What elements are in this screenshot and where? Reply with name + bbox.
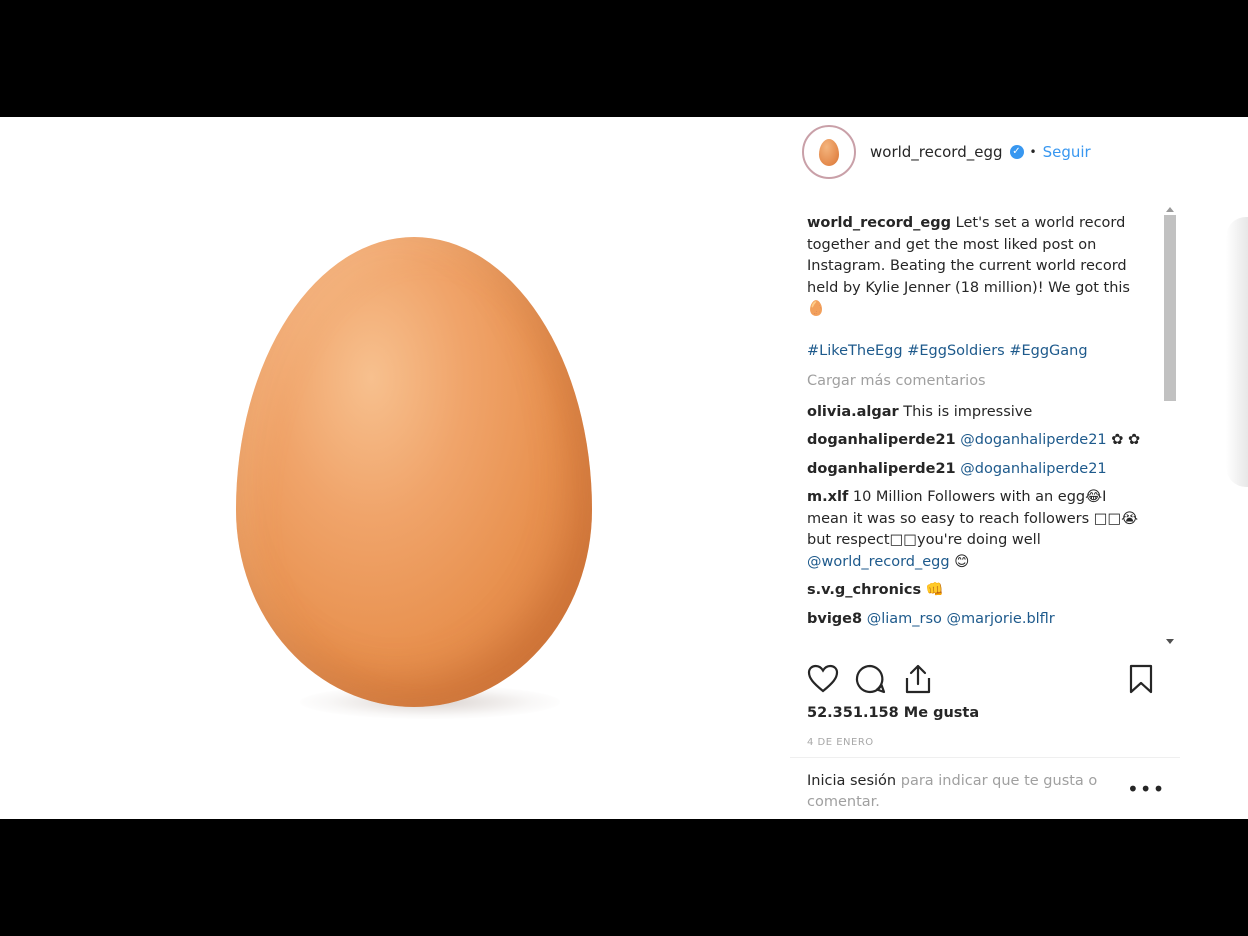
comment-item: m.xlf 10 Million Followers with an egg😂I… xyxy=(807,487,1142,573)
comment-text: 👊 xyxy=(925,582,944,598)
action-bar xyxy=(807,663,1157,697)
comment-text: 10 Million Followers with an egg😂I mean … xyxy=(807,489,1139,548)
comment-mention[interactable]: @world_record_egg xyxy=(807,554,950,570)
comment-mention[interactable]: @doganhaliperde21 xyxy=(960,461,1106,477)
post-header: world_record_egg ✓ • Seguir xyxy=(802,123,1182,181)
egg-image xyxy=(236,237,592,707)
verified-badge-icon: ✓ xyxy=(1009,145,1024,159)
comment-item: olivia.algar This is impressive xyxy=(807,402,1142,424)
comment-mention[interactable]: @liam_rso xyxy=(867,611,942,627)
comment-text: This is impressive xyxy=(903,403,1033,420)
bookmark-icon[interactable] xyxy=(1125,663,1159,697)
avatar[interactable] xyxy=(802,125,856,179)
caption-hashtags: #LikeTheEgg #EggSoldiers #EggGang xyxy=(807,341,1142,363)
comment-text: ✿ ✿ xyxy=(1111,432,1141,448)
header-username[interactable]: world_record_egg xyxy=(870,143,1003,161)
login-link[interactable]: Inicia sesión xyxy=(807,773,896,789)
scroll-thumb[interactable] xyxy=(1164,215,1176,401)
comment-item: s.v.g_chronics 👊 xyxy=(807,580,1142,602)
heart-icon[interactable] xyxy=(807,663,841,697)
share-icon[interactable] xyxy=(902,663,936,697)
caption-username[interactable]: world_record_egg xyxy=(807,215,951,231)
comments-list[interactable]: world_record_egg Let's set a world recor… xyxy=(807,213,1142,653)
post-sidebar: world_record_egg ✓ • Seguir world_record… xyxy=(790,117,1248,819)
caption: world_record_egg Let's set a world recor… xyxy=(807,213,1142,321)
comment-username[interactable]: m.xlf xyxy=(807,489,848,505)
comment-mention[interactable]: @marjorie.blflr xyxy=(947,611,1055,627)
next-post-edge xyxy=(1226,217,1248,487)
post-date: 4 DE ENERO xyxy=(807,737,874,748)
login-prompt: Inicia sesión para indicar que te gusta … xyxy=(807,771,1107,813)
post-photo[interactable] xyxy=(0,117,790,819)
post-dialog: world_record_egg ✓ • Seguir world_record… xyxy=(0,117,1248,819)
comment-emoji: 😊 xyxy=(954,553,970,570)
likes-count[interactable]: 52.351.158 Me gusta xyxy=(807,705,979,721)
comment-icon[interactable] xyxy=(854,663,888,697)
avatar-egg-image xyxy=(819,138,839,166)
scroll-up-arrow-icon[interactable] xyxy=(1166,207,1174,212)
hashtag-eggsoldiers[interactable]: #EggSoldiers xyxy=(907,343,1005,359)
comment-username[interactable]: doganhaliperde21 xyxy=(807,461,956,477)
divider xyxy=(790,757,1180,758)
hashtag-liketheegg[interactable]: #LikeTheEgg xyxy=(807,343,903,359)
comment-item: doganhaliperde21 @doganhaliperde21 ✿ ✿ xyxy=(807,430,1142,452)
comment-username[interactable]: s.v.g_chronics xyxy=(807,582,921,598)
more-options-icon[interactable]: ••• xyxy=(1127,777,1165,801)
comment-mention[interactable]: @doganhaliperde21 xyxy=(960,432,1106,448)
comment-item: doganhaliperde21 @doganhaliperde21 xyxy=(807,459,1142,481)
load-more-comments[interactable]: Cargar más comentarios xyxy=(807,371,1142,393)
hashtag-egggang[interactable]: #EggGang xyxy=(1009,343,1087,359)
comment-username[interactable]: doganhaliperde21 xyxy=(807,432,956,448)
scroll-down-arrow-icon[interactable] xyxy=(1166,639,1174,644)
comment-username[interactable]: bvige8 xyxy=(807,611,862,627)
comment-item: bvige8 @liam_rso @marjorie.blflr xyxy=(807,609,1142,631)
comments-scrollbar[interactable] xyxy=(1164,207,1176,649)
comment-username[interactable]: olivia.algar xyxy=(807,404,899,420)
follow-button[interactable]: Seguir xyxy=(1043,143,1091,161)
header-separator: • xyxy=(1029,145,1037,159)
